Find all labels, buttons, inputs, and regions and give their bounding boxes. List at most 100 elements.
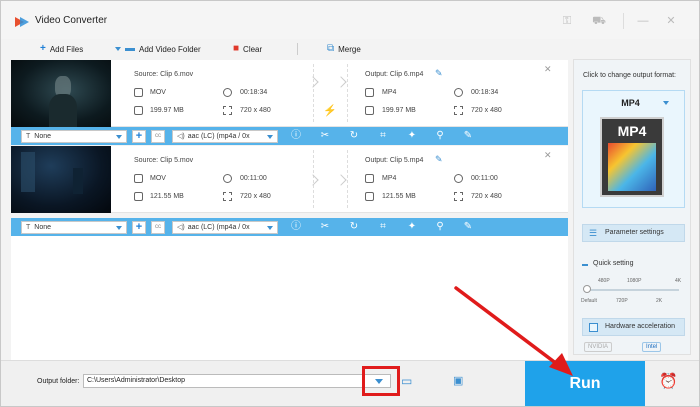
clear-button[interactable]: ■ Clear xyxy=(233,43,262,55)
audio-select[interactable]: ◁) aac (LC) (mp4a / 0x xyxy=(172,221,278,234)
cc-icon[interactable]: cc xyxy=(151,221,165,234)
effects-icon[interactable]: ✦ xyxy=(406,221,418,233)
source-resolution: 720 x 480 xyxy=(240,107,271,114)
add-video-folder-button[interactable]: ▬ Add Video Folder xyxy=(115,43,201,55)
format-icon-text: MP4 xyxy=(617,123,647,139)
output-name: Output: Clip 6.mp4 xyxy=(365,71,424,78)
edit-name-icon[interactable]: ✎ xyxy=(435,154,443,165)
remove-file-icon[interactable]: ✕ xyxy=(544,150,552,161)
quick-setting-marker xyxy=(582,264,588,266)
parameter-settings-label: Parameter settings xyxy=(605,229,664,236)
minimize-icon[interactable]: — xyxy=(635,14,651,28)
source-duration: 00:18:34 xyxy=(240,89,268,96)
cc-icon[interactable]: cc xyxy=(151,130,165,143)
effects-icon[interactable]: ✦ xyxy=(406,130,418,142)
add-files-button[interactable]: + Add Files xyxy=(40,43,83,55)
intel-badge: Intel xyxy=(642,342,662,352)
media-library-icon[interactable]: ▣ xyxy=(453,375,469,387)
change-format-label: Click to change output format: xyxy=(583,72,676,79)
audio-select[interactable]: ◁) aac (LC) (mp4a / 0x xyxy=(172,130,278,143)
clear-label: Clear xyxy=(243,44,263,54)
add-video-folder-label: Add Video Folder xyxy=(139,44,201,54)
chip-icon xyxy=(589,323,598,332)
hardware-acceleration-button[interactable]: Hardware acceleration xyxy=(582,318,685,336)
file-row[interactable]: Source: Clip 5.mov MOV 00:11:00 121.55 M… xyxy=(11,146,568,213)
output-resolution: 720 x 480 xyxy=(471,107,502,114)
watermark-icon[interactable]: ⚲ xyxy=(434,130,446,142)
output-format: MP4 xyxy=(382,175,397,182)
highlight-box xyxy=(362,366,400,396)
source-resolution: 720 x 480 xyxy=(240,193,271,200)
chevron-right-icon xyxy=(335,174,347,186)
file-row[interactable]: Source: Clip 6.mov MOV 00:18:34 199.97 M… xyxy=(11,60,568,127)
row-separator xyxy=(347,150,348,208)
clock-icon xyxy=(223,174,232,183)
crop-icon[interactable]: ⌗ xyxy=(377,130,389,142)
format-icon xyxy=(134,88,143,97)
output-size: 121.55 MB xyxy=(382,193,416,200)
subtitle-select[interactable]: T None xyxy=(21,221,127,234)
resolution-icon xyxy=(223,192,232,201)
source-name: Source: Clip 5.mov xyxy=(134,157,194,164)
cut-icon[interactable]: ✂ xyxy=(319,221,331,233)
remove-file-icon[interactable]: ✕ xyxy=(544,64,552,75)
quality-slider-knob[interactable] xyxy=(583,285,591,293)
video-thumbnail xyxy=(11,60,111,127)
dropdown-arrow-icon xyxy=(663,101,669,105)
rotate-icon[interactable]: ↻ xyxy=(348,221,360,233)
subtitle-edit-icon[interactable]: ✎ xyxy=(462,130,474,142)
crop-icon[interactable]: ⌗ xyxy=(377,221,389,233)
trash-icon: ■ xyxy=(233,43,240,54)
output-folder-field[interactable]: C:\Users\Administrator\Desktop xyxy=(83,374,391,388)
output-format-selector[interactable]: MP4 MP4 xyxy=(582,90,685,208)
output-name: Output: Clip 5.mp4 xyxy=(365,157,424,164)
add-subtitle-button[interactable]: + xyxy=(132,130,146,143)
file-list-empty-area[interactable] xyxy=(11,236,568,360)
add-files-label: Add Files xyxy=(49,44,84,54)
folder-icon: ▬ xyxy=(125,43,135,54)
app-window: Video Converter ⚿ ⛟ — ✕ + Add Files ▬ Ad… xyxy=(0,0,700,407)
film-art xyxy=(608,143,656,191)
video-thumbnail xyxy=(11,146,111,213)
lightning-icon: ⚡ xyxy=(323,105,337,117)
row-separator xyxy=(313,64,314,122)
alarm-clock-icon[interactable]: ⏰ xyxy=(659,373,678,391)
add-subtitle-button[interactable]: + xyxy=(132,221,146,234)
cut-icon[interactable]: ✂ xyxy=(319,130,331,142)
parameter-settings-button[interactable]: ☰ Parameter settings xyxy=(582,224,685,242)
toolbar: + Add Files ▬ Add Video Folder ■ Clear ⧉… xyxy=(11,39,571,59)
dropdown-arrow-icon xyxy=(116,135,122,139)
info-icon[interactable]: ⓘ xyxy=(290,130,302,142)
subtitle-value: None xyxy=(34,133,52,140)
clock-icon xyxy=(223,88,232,97)
open-folder-icon[interactable]: ▭ xyxy=(401,375,417,387)
subtitle-select[interactable]: T None xyxy=(21,130,127,143)
quality-label: 480P xyxy=(598,278,610,284)
rotate-icon[interactable]: ↻ xyxy=(348,130,360,142)
file-size-icon xyxy=(134,106,143,115)
source-duration: 00:11:00 xyxy=(240,175,267,182)
source-format: MOV xyxy=(150,89,166,96)
merge-button[interactable]: ⧉ Merge xyxy=(327,43,361,55)
resolution-icon xyxy=(223,106,232,115)
format-icon xyxy=(365,174,374,183)
resolution-icon xyxy=(454,106,463,115)
source-size: 121.55 MB xyxy=(150,193,184,200)
run-button[interactable]: Run xyxy=(525,361,645,406)
edit-name-icon[interactable]: ✎ xyxy=(435,68,443,79)
chevron-right-icon xyxy=(307,174,319,186)
cart-icon[interactable]: ⛟ xyxy=(591,14,607,28)
close-icon[interactable]: ✕ xyxy=(663,14,679,28)
source-format: MOV xyxy=(150,175,166,182)
resolution-icon xyxy=(454,192,463,201)
watermark-icon[interactable]: ⚲ xyxy=(434,221,446,233)
key-icon[interactable]: ⚿ xyxy=(559,14,575,28)
quality-slider-track[interactable] xyxy=(587,289,679,291)
file-size-icon xyxy=(365,106,374,115)
hardware-acceleration-label: Hardware acceleration xyxy=(605,323,676,330)
plus-icon: + xyxy=(40,43,46,54)
text-icon: T xyxy=(26,133,31,140)
subtitle-edit-icon[interactable]: ✎ xyxy=(462,221,474,233)
file-size-icon xyxy=(134,192,143,201)
info-icon[interactable]: ⓘ xyxy=(290,221,302,233)
